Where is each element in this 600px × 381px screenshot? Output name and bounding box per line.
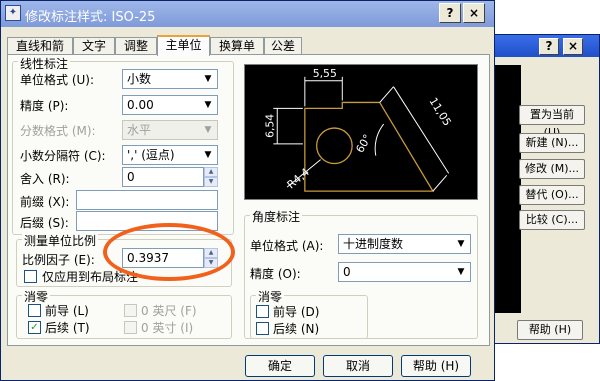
round-off-spinner[interactable]: ▲ ▼: [204, 167, 218, 187]
tab-alternate-units[interactable]: 换算单位: [210, 37, 264, 70]
cancel-button[interactable]: 取消: [323, 355, 393, 377]
spin-down-icon[interactable]: ▼: [204, 177, 218, 187]
inches-zero-label: 0 英寸 (I): [141, 321, 194, 335]
trailing-zero-checkbox[interactable]: ✓: [28, 321, 41, 334]
feet-zero-checkbox[interactable]: [124, 304, 137, 317]
chevron-down-icon: ▼: [204, 100, 212, 110]
new-style-button[interactable]: 新建 (N)...: [519, 133, 585, 153]
angular-leading-zero-checkbox[interactable]: [256, 305, 269, 318]
chevron-down-icon: ▼: [204, 150, 212, 160]
help-title-button[interactable]: ?: [439, 3, 461, 23]
tab-fit[interactable]: 调整: [115, 37, 157, 55]
leading-zero-label: 前导 (L): [45, 304, 89, 318]
angular-unit-format-label: 单位格式 (A):: [250, 239, 324, 253]
round-off-label: 舍入 (R):: [20, 172, 70, 186]
titlebar: ✦ 修改标注样式: ISO-25 ? ×: [1, 1, 494, 27]
modify-style-button[interactable]: 修改 (M)...: [519, 159, 585, 179]
fraction-format-value: 水平: [127, 123, 152, 137]
angular-precision-select[interactable]: 0 ▼: [338, 262, 471, 282]
parent-preview: [493, 65, 521, 313]
unit-format-label: 单位格式 (U):: [20, 73, 95, 87]
spin-up-icon[interactable]: ▲: [204, 167, 218, 177]
preview-dim-angle: 60°: [353, 132, 374, 155]
compare-style-button[interactable]: 比较 (C)...: [519, 210, 585, 230]
tab-text[interactable]: 文字: [73, 37, 115, 55]
angular-trailing-zero-label: 后续 (N): [273, 322, 320, 336]
trailing-zero-label: 后续 (T): [45, 321, 90, 335]
prefix-label: 前缀 (X):: [20, 195, 70, 209]
fraction-format-label: 分数格式 (M):: [20, 124, 96, 138]
dimension-preview: 5,55 6,54 11,05 60° R4,4: [244, 64, 478, 200]
ok-button[interactable]: 确定: [245, 355, 315, 377]
preview-dim-left: 6,54: [263, 114, 276, 138]
feet-zero-label: 0 英尺 (F): [141, 304, 197, 318]
angular-group-label: 角度标注: [250, 208, 303, 225]
help-button[interactable]: 帮助 (H): [401, 355, 471, 377]
angular-precision-label: 精度 (O):: [250, 267, 301, 281]
parent-help-button[interactable]: 帮助 (H): [517, 320, 583, 340]
window-title: 修改标注样式: ISO-25: [25, 10, 156, 25]
round-off-input[interactable]: 0: [122, 167, 204, 187]
unit-format-select[interactable]: 小数 ▼: [122, 69, 218, 89]
angular-precision-value: 0: [343, 265, 351, 279]
annotation-highlight: [103, 223, 235, 281]
decimal-separator-label: 小数分隔符 (C):: [20, 149, 106, 163]
layout-only-checkbox[interactable]: [24, 270, 37, 283]
precision-label: 精度 (P):: [20, 99, 69, 113]
tab-tolerances[interactable]: 公差: [264, 37, 302, 55]
override-style-button[interactable]: 替代 (O)...: [519, 185, 585, 205]
inches-zero-checkbox[interactable]: [124, 321, 137, 334]
preview-dim-radius: R4,4: [285, 166, 312, 192]
preview-dim-top: 5,55: [313, 67, 337, 80]
parent-close-button[interactable]: ×: [563, 38, 583, 55]
chevron-down-icon: ▼: [457, 239, 465, 249]
chevron-down-icon: ▼: [200, 122, 216, 138]
app-icon: ✦: [5, 5, 21, 21]
close-button[interactable]: ×: [463, 3, 485, 23]
chevron-down-icon: ▼: [457, 267, 465, 277]
suffix-label: 后缀 (S):: [20, 216, 69, 230]
parent-titlebar: ? ×: [489, 35, 599, 57]
preview-hole: [316, 127, 353, 165]
decimal-separator-value: ',' (逗点): [127, 148, 175, 162]
set-current-button[interactable]: 置为当前 (U): [519, 105, 585, 139]
angular-unit-format-value: 十进制度数: [343, 237, 404, 251]
tab-primary-units[interactable]: 主单位: [157, 35, 210, 56]
unit-format-value: 小数: [127, 72, 152, 86]
precision-value: 0.00: [127, 98, 154, 112]
tab-panel-primary-units: 线性标注 单位格式 (U): 小数 ▼ 精度 (P): 0.00 ▼ 分数格式 …: [7, 54, 490, 346]
decimal-separator-select[interactable]: ',' (逗点) ▼: [122, 145, 218, 165]
linear-group-label: 线性标注: [18, 55, 71, 72]
tab-lines-arrows[interactable]: 直线和箭头: [7, 37, 73, 70]
prefix-input[interactable]: [76, 190, 218, 210]
parent-dialog: ? × 置为当前 (U) 新建 (N)... 修改 (M)... 替代 (O).…: [488, 34, 600, 344]
chevron-down-icon: ▼: [204, 74, 212, 84]
fraction-format-select[interactable]: 水平 ▼: [122, 120, 218, 140]
leading-zero-checkbox[interactable]: [28, 304, 41, 317]
precision-select[interactable]: 0.00 ▼: [122, 95, 218, 115]
scale-factor-label: 比例因子 (E):: [22, 253, 95, 267]
angular-unit-format-select[interactable]: 十进制度数 ▼: [338, 234, 471, 254]
angular-leading-zero-label: 前导 (D): [273, 305, 320, 319]
parent-help-title-button[interactable]: ?: [539, 38, 559, 55]
scale-group-label: 测量单位比例: [22, 232, 99, 249]
modify-dimension-style-dialog: ✦ 修改标注样式: ISO-25 ? × 直线和箭头 文字 调整 主单位 换算单…: [0, 0, 495, 381]
angular-trailing-zero-checkbox[interactable]: [256, 322, 269, 335]
preview-dim-right: 11,05: [426, 95, 453, 128]
